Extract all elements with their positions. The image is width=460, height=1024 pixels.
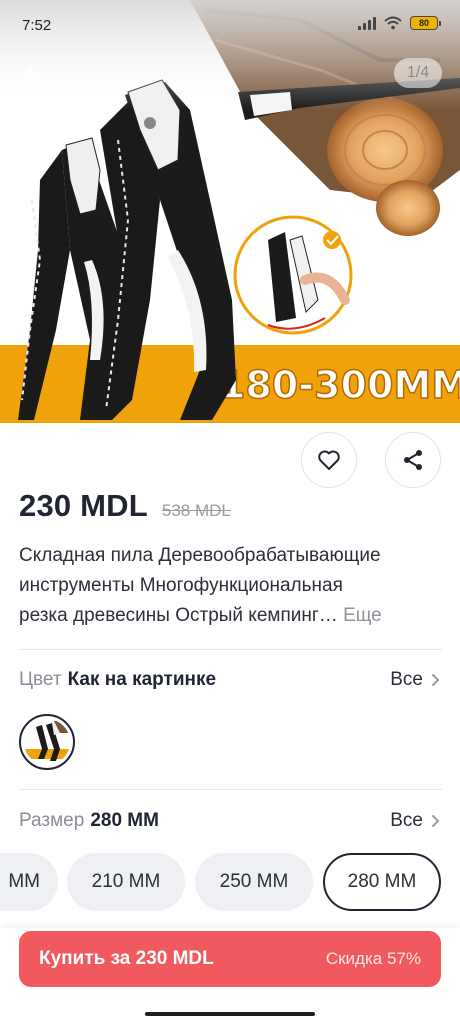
size-chip-list[interactable]: MM 210 MM 250 MM 280 MM xyxy=(0,853,460,913)
size-chip[interactable]: 250 MM xyxy=(195,853,313,911)
size-all-link[interactable]: Все xyxy=(390,810,440,832)
color-option-key: Цвет xyxy=(19,669,62,690)
size-chip[interactable]: MM xyxy=(0,853,58,911)
title-line: инструменты Многофункциональная xyxy=(19,575,343,596)
gallery-page-indicator: 1/4 xyxy=(394,58,442,88)
title-line-text: резка древесины Острый кемпинг… xyxy=(19,605,338,626)
title-line-last: резка древесины Острый кемпинг… Еще xyxy=(19,601,444,631)
product-photo: 180-300MM xyxy=(0,0,460,423)
divider xyxy=(19,789,442,790)
old-price: 538 MDL xyxy=(161,501,231,520)
chevron-right-icon xyxy=(432,815,440,827)
battery-icon: 80 xyxy=(410,16,441,30)
size-option-value: 280 MM xyxy=(90,810,159,831)
divider xyxy=(19,649,442,650)
color-all-label: Все xyxy=(390,669,423,690)
size-chip[interactable]: 210 MM xyxy=(67,853,185,911)
color-swatch-image xyxy=(24,719,70,765)
size-chip-selected[interactable]: 280 MM xyxy=(323,853,441,911)
buy-button[interactable]: Купить за 230 MDL Скидка 57% xyxy=(19,931,441,987)
product-title[interactable]: Складная пила Деревообрабатывающие инстр… xyxy=(19,541,444,631)
price-row: 230 MDL 538 MDL xyxy=(19,488,231,524)
buy-button-label: Купить за 230 MDL xyxy=(39,948,214,969)
favorite-button[interactable] xyxy=(301,432,357,488)
current-price: 230 MDL xyxy=(19,488,148,523)
size-all-label: Все xyxy=(390,810,423,831)
chevron-right-icon xyxy=(432,674,440,686)
size-option-row[interactable]: Размер 280 MM Все xyxy=(19,806,440,836)
share-button[interactable] xyxy=(385,432,441,488)
battery-level: 80 xyxy=(418,18,429,28)
signal-icon xyxy=(358,16,376,30)
arrow-left-icon xyxy=(23,64,45,84)
home-indicator[interactable] xyxy=(145,1012,315,1016)
heart-icon xyxy=(318,450,340,470)
share-icon xyxy=(404,450,422,470)
status-time: 7:52 xyxy=(22,17,52,34)
back-button[interactable] xyxy=(14,54,54,94)
size-range-banner: 180-300MM xyxy=(219,363,460,407)
discount-label: Скидка 57% xyxy=(325,949,421,968)
color-all-link[interactable]: Все xyxy=(390,669,440,691)
more-link[interactable]: Еще xyxy=(343,605,382,626)
color-swatch-selected[interactable] xyxy=(19,714,75,770)
color-option-value: Как на картинке xyxy=(67,669,217,690)
wifi-icon xyxy=(384,16,402,30)
title-line: Складная пила Деревообрабатывающие xyxy=(19,545,381,566)
color-option-row[interactable]: Цвет Как на картинке Все xyxy=(19,665,440,695)
status-bar: 7:52 80 xyxy=(0,0,460,44)
product-image-gallery[interactable]: 180-300MM xyxy=(0,0,460,460)
status-icons: 80 xyxy=(358,16,441,30)
size-option-key: Размер xyxy=(19,810,85,831)
